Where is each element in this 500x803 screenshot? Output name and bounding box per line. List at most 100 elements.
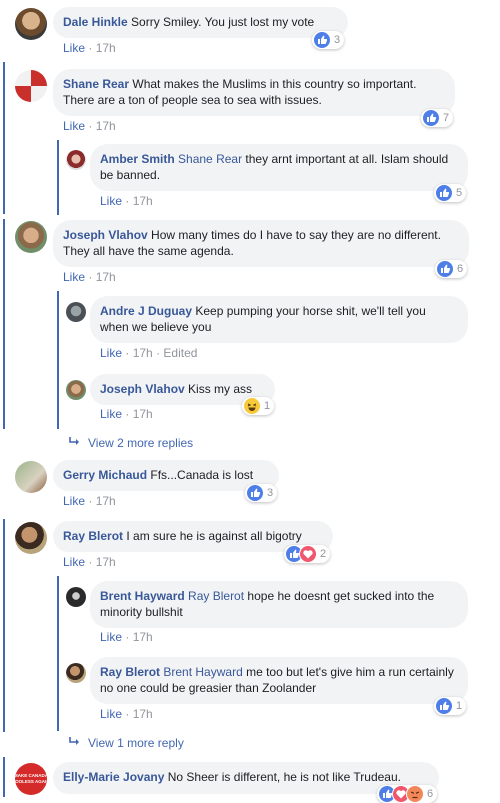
like-button[interactable]: Like (63, 41, 85, 55)
reply-arrow-icon (69, 436, 80, 450)
reaction-count: 6 (427, 788, 434, 800)
timestamp[interactable]: 17h (133, 346, 153, 360)
mention-link[interactable]: Shane Rear (178, 152, 242, 166)
reaction-summary[interactable]: 1 (242, 397, 275, 415)
timestamp[interactable]: 17h (96, 555, 116, 569)
angry-icon (406, 785, 424, 803)
like-icon (435, 184, 453, 202)
reply-thread-line (57, 576, 59, 731)
comment-meta: Like · 17h (63, 41, 116, 55)
reaction-summary[interactable]: 7 (421, 109, 454, 127)
comment-bubble: Joseph Vlahov How many times do I have t… (53, 220, 469, 267)
comment-bubble: Andre J Duguay Keep pumping your horse s… (90, 296, 468, 343)
comment-meta: Like · 17h (63, 494, 116, 508)
timestamp[interactable]: 17h (96, 494, 116, 508)
reaction-summary[interactable]: 1 (434, 697, 467, 715)
timestamp[interactable]: 17h (133, 707, 153, 721)
avatar[interactable] (15, 221, 47, 253)
mention-link[interactable]: Brent Hayward (163, 665, 242, 679)
comment-meta: Like · 17h · Edited (100, 346, 198, 360)
commenter-name[interactable]: Dale Hinkle (63, 15, 128, 29)
timestamp[interactable]: 17h (96, 41, 116, 55)
commenter-name[interactable]: Joseph Vlahov (100, 382, 185, 396)
mention-link[interactable]: Ray Blerot (188, 589, 244, 603)
love-icon (299, 545, 317, 563)
timestamp[interactable]: 17h (133, 630, 153, 644)
reaction-summary[interactable]: 6 (377, 785, 438, 803)
reply-thread-line (57, 140, 59, 215)
svg-text:TOOLESS AGAIN: TOOLESS AGAIN (15, 779, 47, 784)
like-icon (246, 484, 264, 502)
like-button[interactable]: Like (100, 194, 122, 208)
comment-meta: Like · 17h (100, 407, 153, 421)
like-button[interactable]: Like (100, 707, 122, 721)
commenter-name[interactable]: Joseph Vlahov (63, 228, 148, 242)
like-icon (313, 31, 331, 49)
avatar[interactable] (15, 70, 47, 102)
timestamp[interactable]: 17h (133, 194, 153, 208)
timestamp[interactable]: 17h (133, 407, 153, 421)
avatar[interactable] (66, 663, 86, 683)
commenter-name[interactable]: Amber Smith (100, 152, 175, 166)
commenter-name[interactable]: Brent Hayward (100, 589, 185, 603)
comment-bubble: Brent Hayward Ray Blerot hope he doesnt … (90, 581, 468, 628)
like-icon (436, 260, 454, 278)
reaction-count: 5 (456, 187, 463, 199)
reaction-summary[interactable]: 5 (434, 184, 467, 202)
like-icon (422, 109, 440, 127)
commenter-name[interactable]: Ray Blerot (63, 529, 123, 543)
reaction-count: 3 (334, 34, 341, 46)
like-button[interactable]: Like (63, 555, 85, 569)
thread-line (3, 62, 5, 214)
comment-bubble: Dale Hinkle Sorry Smiley. You just lost … (53, 7, 348, 38)
comment-meta: Like · 17h (63, 270, 116, 284)
avatar[interactable] (15, 8, 47, 40)
reaction-count: 1 (456, 700, 463, 712)
comment-meta: Like · 17h (100, 707, 153, 721)
like-icon (435, 697, 453, 715)
reaction-summary[interactable]: 3 (245, 484, 278, 502)
reply-arrow-icon (69, 736, 80, 750)
timestamp[interactable]: 17h (96, 270, 116, 284)
view-more-replies-link[interactable]: View 1 more reply (69, 736, 184, 750)
avatar[interactable] (66, 150, 86, 170)
avatar[interactable] (66, 302, 86, 322)
comment-bubble: Gerry Michaud Ffs...Canada is lost (53, 460, 279, 491)
svg-text:MAKE CANADA: MAKE CANADA (15, 773, 47, 778)
commenter-name[interactable]: Andre J Duguay (100, 304, 192, 318)
comment-bubble: Ray Blerot Brent Hayward me too but let'… (90, 657, 468, 704)
timestamp[interactable]: 17h (96, 119, 116, 133)
like-button[interactable]: Like (63, 494, 85, 508)
avatar[interactable]: MAKE CANADA TOOLESS AGAIN (15, 763, 47, 795)
like-button[interactable]: Like (100, 407, 122, 421)
like-button[interactable]: Like (63, 270, 85, 284)
comment-meta: Like · 17h (100, 194, 153, 208)
thread-line (3, 219, 5, 429)
comment-text: No Sheer is different, he is not like Tr… (167, 770, 401, 784)
commenter-name[interactable]: Elly-Marie Jovany (63, 770, 164, 784)
avatar[interactable] (66, 380, 86, 400)
avatar[interactable] (15, 461, 47, 493)
commenter-name[interactable]: Shane Rear (63, 77, 129, 91)
comment-text: Kiss my ass (188, 382, 253, 396)
reaction-summary[interactable]: 3 (312, 31, 345, 49)
avatar[interactable] (15, 522, 47, 554)
like-button[interactable]: Like (63, 119, 85, 133)
reaction-summary[interactable]: 6 (435, 260, 468, 278)
avatar[interactable] (66, 587, 86, 607)
commenter-name[interactable]: Ray Blerot (100, 665, 160, 679)
commenter-name[interactable]: Gerry Michaud (63, 468, 147, 482)
comment-meta: Like · 17h (63, 555, 116, 569)
comment-text: Ffs...Canada is lost (150, 468, 254, 482)
view-more-replies-link[interactable]: View 2 more replies (69, 436, 193, 450)
like-button[interactable]: Like (100, 630, 122, 644)
reaction-count: 7 (443, 112, 450, 124)
like-button[interactable]: Like (100, 346, 122, 360)
comment-text: I am sure he is against all bigotry (126, 529, 302, 543)
thread-line (3, 519, 5, 732)
comment-bubble: Amber Smith Shane Rear they arnt importa… (90, 144, 468, 191)
thread-line (3, 757, 5, 797)
comment-meta: Like · 17h (63, 119, 116, 133)
reaction-summary[interactable]: 2 (284, 545, 331, 563)
edited-label[interactable]: Edited (163, 346, 197, 360)
